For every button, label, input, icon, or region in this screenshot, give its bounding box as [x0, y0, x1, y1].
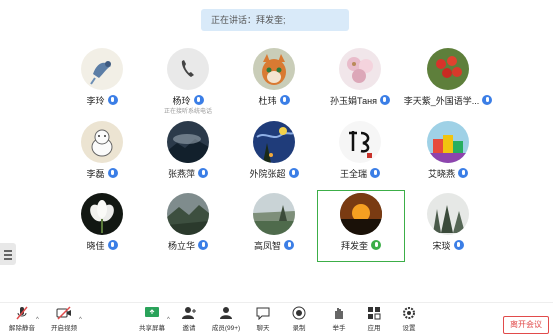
chat-button[interactable]: 聊天: [243, 306, 283, 334]
mic-icon: [458, 168, 468, 178]
mic-icon: [198, 168, 208, 178]
record-button[interactable]: 录制: [279, 306, 319, 334]
participant-grid: 李玲 杨玲 正在接听系统电话 杜玮 孙玉娟Таня 李天紫_外国语学... 李磊: [0, 0, 553, 300]
avatar: [167, 48, 209, 90]
mic-icon: [107, 240, 118, 250]
avatar: [427, 193, 469, 235]
participant-tile[interactable]: 张燕萍: [143, 121, 233, 191]
mic-icon: [284, 240, 294, 250]
mic-icon: [107, 168, 118, 178]
apps-icon: [368, 307, 381, 320]
mic-icon: [482, 95, 493, 105]
participant-tile[interactable]: 李磊: [57, 121, 147, 191]
participant-name: 杜玮: [258, 96, 277, 106]
participant-name: 杨立华: [167, 241, 195, 251]
participant-tile[interactable]: 高凤智: [229, 193, 319, 263]
start-video-button[interactable]: 开启视频: [44, 306, 84, 334]
share-screen-icon: [145, 307, 159, 317]
avatar: [81, 193, 123, 235]
participant-tile[interactable]: 王全瑞: [315, 121, 405, 191]
raise-hand-button[interactable]: 举手: [319, 306, 359, 334]
chat-icon: [256, 307, 270, 320]
mic-icon: [288, 168, 299, 178]
avatar: [81, 48, 123, 90]
gear-icon: [403, 307, 415, 319]
participant-tile[interactable]: 晓佳: [57, 193, 147, 263]
participant-name: 杨玲: [172, 96, 191, 106]
mic-muted-icon: [16, 306, 28, 320]
participant-tile[interactable]: 杜玮: [229, 48, 319, 118]
participant-name: 高凤智: [253, 241, 281, 251]
participant-name: 李磊: [86, 169, 105, 179]
chevron-up-icon[interactable]: ^: [36, 317, 39, 323]
avatar: [427, 121, 469, 163]
participant-tile-active-speaker[interactable]: 拜发奎: [316, 193, 406, 263]
participant-name: 李天紫_外国语学...: [403, 96, 480, 106]
mic-icon: [198, 240, 208, 250]
leave-meeting-button[interactable]: 离开会议: [503, 316, 549, 334]
avatar: [340, 193, 382, 235]
record-icon: [292, 306, 306, 320]
participant-name: 孙玉娟Таня: [330, 96, 377, 106]
avatar: [253, 193, 295, 235]
participant-tile[interactable]: 艾晓燕: [403, 121, 493, 191]
mic-icon: [370, 168, 380, 178]
avatar: [339, 48, 381, 90]
raise-hand-icon: [335, 308, 343, 319]
participant-name: 外院张超: [249, 169, 286, 179]
participant-tile[interactable]: 李天紫_外国语学...: [403, 48, 493, 118]
participant-name: 李玲: [86, 96, 105, 106]
side-panel-toggle[interactable]: [0, 243, 16, 265]
settings-button[interactable]: 设置: [389, 306, 429, 334]
apps-button[interactable]: 应用: [354, 306, 394, 334]
avatar: [167, 121, 209, 163]
participant-name: 艾晓燕: [427, 169, 455, 179]
participant-tile[interactable]: 外院张超: [229, 121, 319, 191]
mic-icon: [193, 95, 204, 105]
mic-icon: [453, 240, 464, 250]
mic-speaking-icon: [371, 240, 381, 250]
participant-name: 拜发奎: [340, 241, 368, 251]
share-screen-button[interactable]: 共享屏幕: [132, 306, 172, 334]
members-icon: [220, 307, 232, 319]
participant-tile[interactable]: 宋琰: [403, 193, 493, 263]
chevron-up-icon[interactable]: ^: [79, 317, 82, 323]
participant-tile[interactable]: 杨立华: [143, 193, 233, 263]
members-button[interactable]: 成员(99+): [206, 306, 246, 334]
invite-icon: [182, 307, 196, 319]
mic-icon: [379, 95, 390, 105]
avatar: [253, 48, 295, 90]
video-off-icon: [56, 306, 71, 320]
participant-name: 晓佳: [86, 241, 105, 251]
participant-name: 张燕萍: [167, 169, 195, 179]
invite-button[interactable]: 邀请: [169, 306, 209, 334]
avatar: [81, 121, 123, 163]
participant-name: 王全瑞: [339, 169, 367, 179]
avatar: [253, 121, 295, 163]
mic-icon: [107, 95, 118, 105]
participant-tile[interactable]: 李玲: [57, 48, 147, 118]
participant-tile[interactable]: 杨玲 正在接听系统电话: [143, 48, 233, 118]
avatar: [167, 193, 209, 235]
avatar: [427, 48, 469, 90]
participant-tile[interactable]: 孙玉娟Таня: [315, 48, 405, 118]
meeting-toolbar: 解除静音 ^ 开启视频 ^ 共享屏幕 ^ 邀请 成员(99+) 聊天 录制 举手…: [0, 302, 553, 335]
status-subtext: 正在接听系统电话: [163, 109, 212, 115]
participant-name: 宋琰: [432, 241, 451, 251]
mic-icon: [279, 95, 290, 105]
avatar: [339, 121, 381, 163]
